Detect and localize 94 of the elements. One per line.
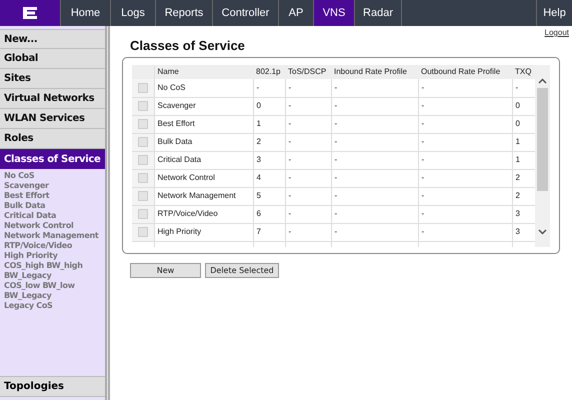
column-header: TXQ [512,65,535,79]
sidebar-item[interactable]: New... [0,29,105,49]
table-cell: - [418,151,512,169]
table-cell: - [418,169,512,187]
table-cell: 4 [253,169,285,187]
scrollbar[interactable] [535,65,550,247]
sidebar-subitem[interactable]: Best Effort [4,191,101,201]
table-cell: - [253,79,285,97]
table-cell: - [418,223,512,241]
help-tab[interactable]: Help [536,0,572,26]
sidebar-item[interactable]: Sites [0,69,105,89]
sidebar-item[interactable]: Classes of Service [0,149,105,169]
table-cell: - [418,133,512,151]
action-button[interactable]: New [130,263,201,278]
table-cell: - [285,97,331,115]
table-cell: - [285,151,331,169]
table-cell: - [285,205,331,223]
table-cell: - [285,133,331,151]
column-header: 802.1p [253,65,285,79]
sidebar-subitem[interactable]: Bulk Data [4,201,101,211]
table-cell: - [331,133,418,151]
sidebar-subitem[interactable]: COS_low BW_low [4,281,101,291]
table-cell: - [418,187,512,205]
table-cell: - [418,115,512,133]
table-cell: - [331,223,418,241]
table-cell: Best Effort [154,115,253,133]
table-cell: Scavenger [154,97,253,115]
row-checkbox[interactable] [138,191,148,201]
column-header: ToS/DSCP [285,65,331,79]
table-cell: 6 [253,205,285,223]
table-cell: - [285,187,331,205]
table-cell: - [331,97,418,115]
table-cell: - [331,151,418,169]
sidebar-subitem[interactable]: Network Control [4,221,101,231]
logo-icon [23,7,37,19]
action-button[interactable]: Delete Selected [205,263,279,278]
table-cell: 7 [253,223,285,241]
table-cell: Bulk Data [154,133,253,151]
table-cell: - [285,169,331,187]
table-cell: - [285,79,331,97]
row-checkbox[interactable] [138,101,148,111]
table-cell: 3 [253,151,285,169]
sidebar-subitem[interactable]: High Priority [4,251,101,261]
sidebar-item[interactable]: Global [0,49,105,69]
table-cell: - [418,205,512,223]
table-cell: Network Management [154,187,253,205]
table-cell: 0 [253,97,285,115]
table-cell: - [331,169,418,187]
sidebar-subitem[interactable]: Critical Data [4,211,101,221]
sidebar-item[interactable]: Roles [0,129,105,149]
table-cell: 1 [253,115,285,133]
column-header: Name [154,65,253,79]
sidebar-subitem[interactable]: COS_high BW_high [4,261,101,271]
table-cell: - [331,187,418,205]
row-checkbox[interactable] [138,173,148,183]
table-cell: High Priority [154,223,253,241]
table-cell: No CoS [154,79,253,97]
page-title: Classes of Service [130,38,246,54]
sidebar-subitem[interactable]: Network Management [4,231,101,241]
sidebar-subitem[interactable]: No CoS [4,171,101,181]
column-header: Outbound Rate Profile [418,65,512,79]
sidebar-subitem[interactable]: BW_Legacy [4,271,101,281]
sidebar-item[interactable]: Virtual Networks [0,89,105,109]
scroll-down-icon[interactable] [538,229,547,235]
sidebar-subitem[interactable]: BW_Legacy [4,291,101,301]
row-checkbox[interactable] [138,209,148,219]
row-checkbox[interactable] [138,137,148,147]
table-cell: - [331,205,418,223]
sidebar-subitem[interactable]: RTP/Voice/Video [4,241,101,251]
sidebar-item[interactable]: WLAN Services [0,109,105,129]
table-cell: - [331,79,418,97]
scroll-up-icon[interactable] [538,78,547,84]
table-cell: - [285,115,331,133]
sidebar-item[interactable]: Topologies [0,376,105,397]
table-cell: - [418,97,512,115]
table-cell: RTP/Voice/Video [154,205,253,223]
row-checkbox[interactable] [138,119,148,129]
table-cell: 5 [253,187,285,205]
sidebar-subitem[interactable]: Legacy CoS [4,301,101,311]
row-checkbox[interactable] [138,82,148,93]
table-cell: Network Control [154,169,253,187]
table-cell: 2 [253,133,285,151]
table-cell: - [331,115,418,133]
column-header: Inbound Rate Profile [331,65,418,79]
row-checkbox[interactable] [138,227,148,237]
table-cell: - [285,223,331,241]
table-cell: Critical Data [154,151,253,169]
sidebar-subitem[interactable]: Scavenger [4,181,101,191]
table-cell: - [418,79,512,97]
scroll-thumb[interactable] [537,88,548,191]
nav-tab[interactable]: VNS [314,0,355,26]
logout-link[interactable]: Logout [544,27,569,39]
row-checkbox[interactable] [138,155,148,165]
logo-panel[interactable] [0,0,61,26]
